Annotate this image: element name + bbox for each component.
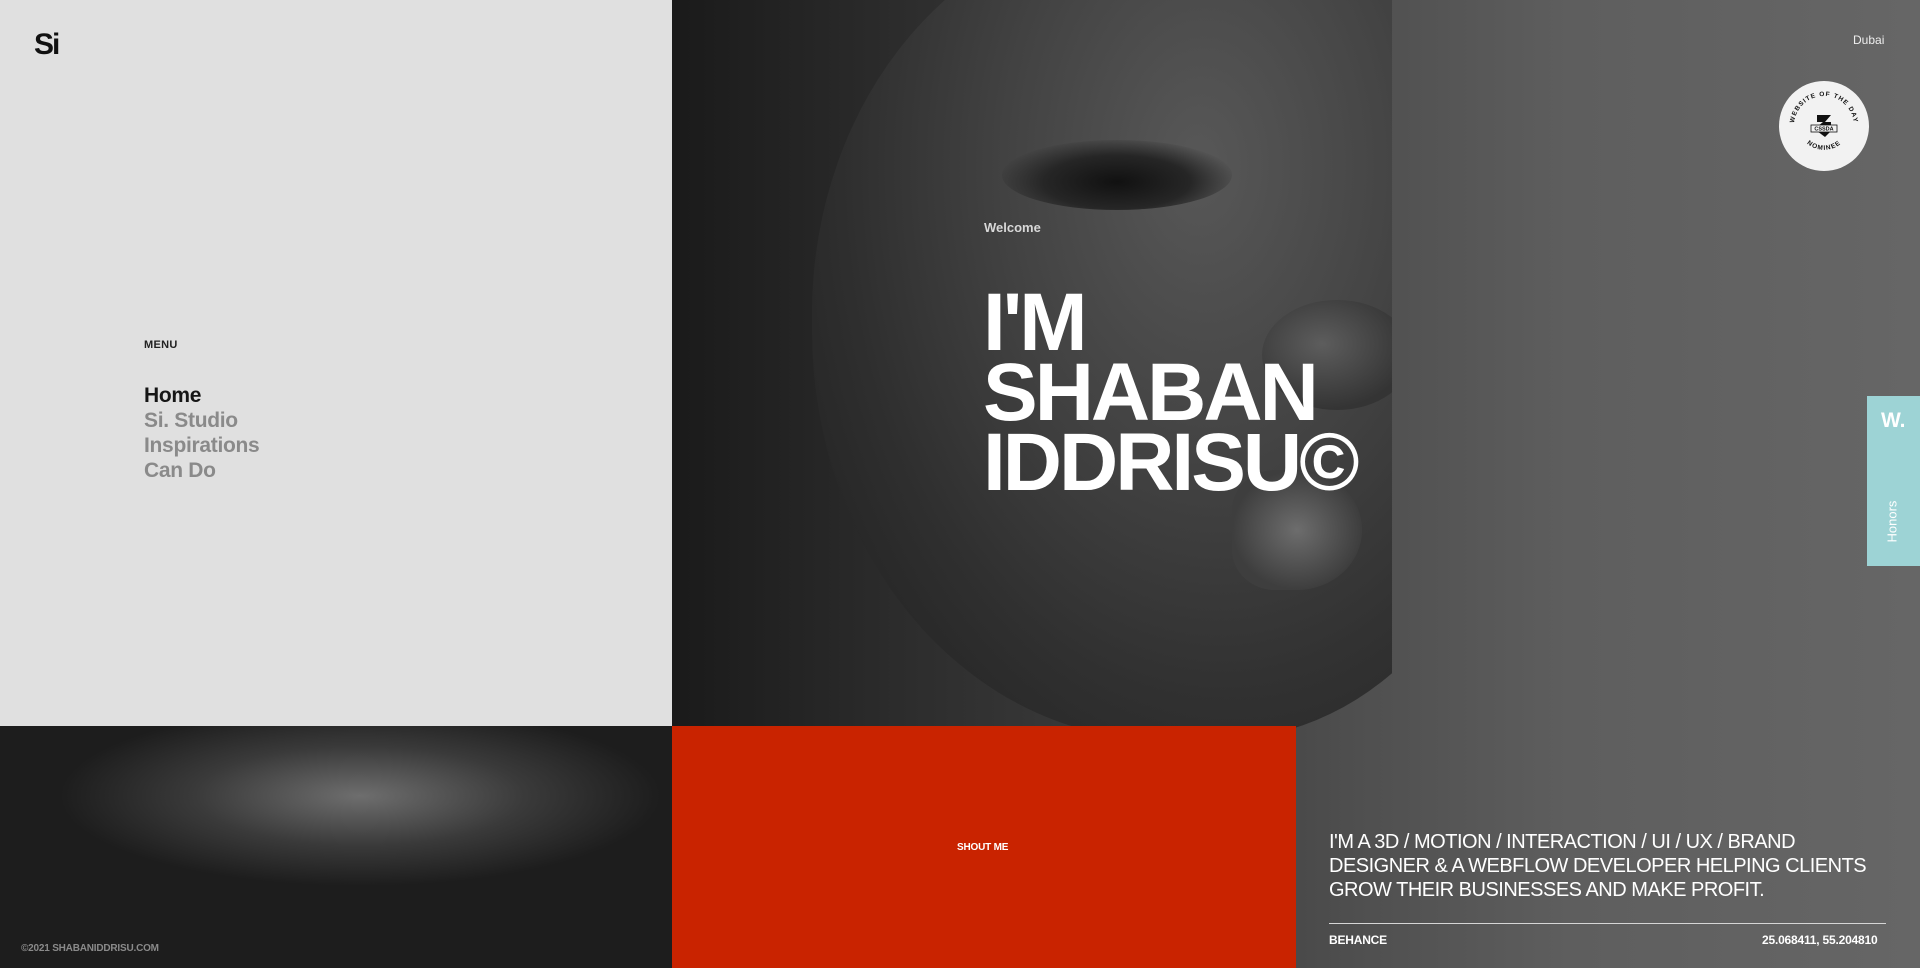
menu-label: MENU xyxy=(144,339,178,351)
shout-me-button[interactable]: SHOUT ME xyxy=(957,842,1008,853)
nav-item-si-studio[interactable]: Si. Studio xyxy=(144,408,259,433)
headline-line-3: IDDRISU© xyxy=(983,417,1360,508)
nav-item-inspirations[interactable]: Inspirations xyxy=(144,433,260,458)
copyright-text: ©2021 SHABANIDDRISU.COM xyxy=(21,943,159,954)
main-nav: Home Si. Studio Inspirations Can Do xyxy=(144,383,260,483)
divider xyxy=(1329,923,1886,924)
about-text: I'M A 3D / MOTION / INTERACTION / UI / U… xyxy=(1329,831,1867,901)
coordinates-text: 25.068411, 55.204810 xyxy=(1762,933,1878,947)
badge-center-text: CSSDA xyxy=(1814,127,1833,133)
skin-texture-image xyxy=(0,726,672,968)
location-text: Dubai xyxy=(1853,33,1885,47)
behance-link[interactable]: BEHANCE xyxy=(1329,933,1387,947)
menu-panel xyxy=(0,0,672,726)
site-logo[interactable]: Si xyxy=(34,28,60,62)
hero-headline: I'M SHABAN IDDRISU© xyxy=(983,282,1360,508)
cssda-badge-icon: WEBSITE OF THE DAY NOMINEE CSSDA xyxy=(1789,91,1858,152)
badge-bottom-text: NOMINEE xyxy=(1806,139,1842,152)
welcome-text: Welcome xyxy=(984,220,1041,235)
nav-item-can-do[interactable]: Can Do xyxy=(144,458,259,483)
svg-text:NOMINEE: NOMINEE xyxy=(1806,139,1843,152)
awwwards-w-icon: W. xyxy=(1881,409,1906,432)
honors-label: Honors xyxy=(1884,500,1900,543)
cssda-badge[interactable]: WEBSITE OF THE DAY NOMINEE CSSDA xyxy=(1779,81,1869,171)
nav-item-home[interactable]: Home xyxy=(144,383,259,408)
